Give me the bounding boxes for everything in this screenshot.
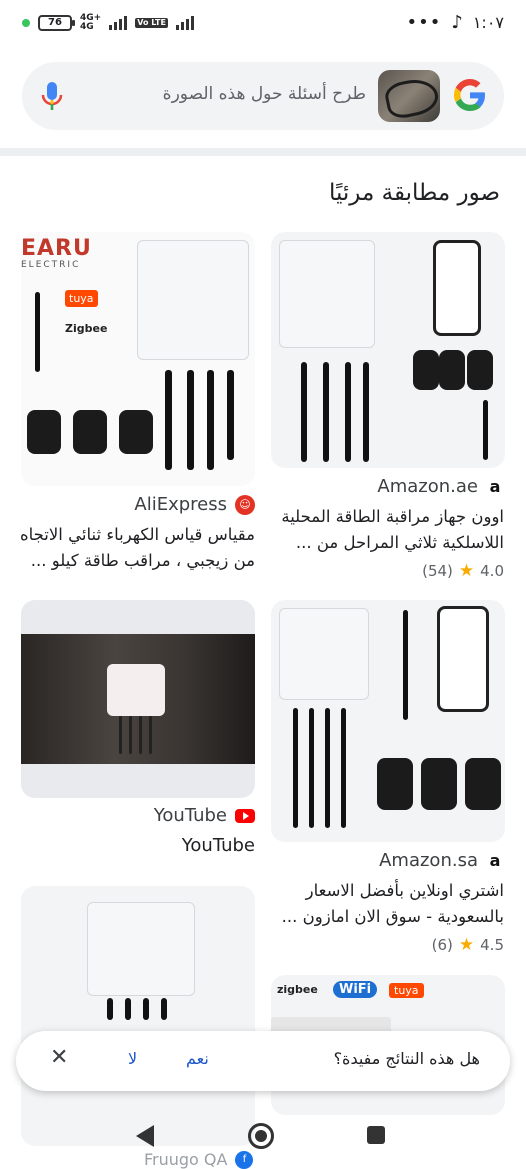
result-source-amazon-ae[interactable]: a Amazon.ae (377, 476, 504, 497)
network-indicator: 4G+ 4G (80, 13, 102, 32)
result-source-amazon-sa[interactable]: a Amazon.sa (379, 850, 504, 871)
result-image-amazon-ae[interactable] (271, 232, 505, 468)
feedback-yes-button[interactable]: نعم (186, 1049, 209, 1068)
result-image-youtube[interactable] (21, 600, 255, 798)
result-rating-amazon-ae: 4.0 ★ (54) (422, 561, 504, 581)
feedback-no-button[interactable]: لا (128, 1049, 137, 1068)
search-placeholder[interactable]: طرح أسئلة حول هذه الصورة (163, 84, 366, 104)
feedback-question: هل هذه النتائج مفيدة؟ (333, 1049, 480, 1068)
divider (0, 148, 526, 156)
more-notifications-icon: ••• (406, 11, 442, 33)
amazon-icon: a (489, 850, 501, 870)
wifi-badge: WiFi (333, 981, 378, 998)
back-icon[interactable] (136, 1125, 154, 1147)
result-source-youtube[interactable]: YouTube (154, 805, 255, 826)
result-title-amazon-sa[interactable]: اشتري اونلاين بأفضل الاسعار بالسعودية - … (268, 878, 504, 930)
google-logo-icon (454, 79, 485, 111)
result-image-aliexpress[interactable]: EARU ELECTRIC tuya Zigbee (21, 232, 255, 486)
zigbee-badge: Zigbee (65, 322, 108, 335)
lens-search-bar[interactable]: طرح أسئلة حول هذه الصورة (22, 62, 504, 130)
signal-icon (109, 16, 128, 30)
star-icon: ★ (458, 561, 475, 581)
status-bar: 76 4G+ 4G Vo LTE ••• ♪ ١:٠٧ (0, 0, 526, 44)
volte-icon: Vo LTE (135, 18, 168, 28)
zigbee-badge: zigbee (277, 983, 318, 996)
battery-icon: 76 (38, 15, 75, 31)
result-source-aliexpress[interactable]: ☺ AliExpress (134, 494, 255, 515)
system-nav-bar (0, 1105, 526, 1169)
home-icon[interactable] (248, 1123, 274, 1149)
amazon-icon: a (489, 476, 501, 496)
result-image-amazon-sa[interactable] (271, 600, 505, 842)
aliexpress-icon: ☺ (235, 494, 255, 515)
privacy-dot-icon (22, 19, 30, 27)
query-image-thumbnail[interactable] (378, 70, 440, 122)
tuya-badge: tuya (389, 983, 424, 998)
tuya-badge: tuya (65, 290, 98, 307)
star-icon: ★ (458, 935, 475, 955)
result-rating-amazon-sa: 4.5 ★ (6) (431, 935, 504, 955)
recent-apps-icon[interactable] (367, 1126, 385, 1144)
close-icon[interactable]: ✕ (50, 1045, 68, 1070)
section-title: صور مطابقة مرئيًا (328, 180, 500, 206)
youtube-icon (235, 808, 255, 823)
clock: ١:٠٧ (472, 13, 504, 32)
status-clock-area: ••• ♪ ١:٠٧ (406, 12, 504, 33)
status-indicators: 76 4G+ 4G Vo LTE (22, 14, 194, 32)
result-title-amazon-ae[interactable]: اوون جهاز مراقبة الطاقة المحلية اللاسلكي… (268, 504, 504, 556)
signal-2-icon (175, 16, 194, 30)
brand-text: EARU (21, 236, 92, 261)
tiktok-icon: ♪ (451, 12, 463, 33)
result-title-aliexpress[interactable]: مقياس قياس الكهرباء ثنائي الاتجاه من زيج… (19, 522, 255, 574)
feedback-prompt: هل هذه النتائج مفيدة؟ نعم لا ✕ (16, 1031, 510, 1091)
result-title-youtube[interactable]: YouTube (19, 833, 255, 859)
mic-icon[interactable] (40, 80, 64, 112)
